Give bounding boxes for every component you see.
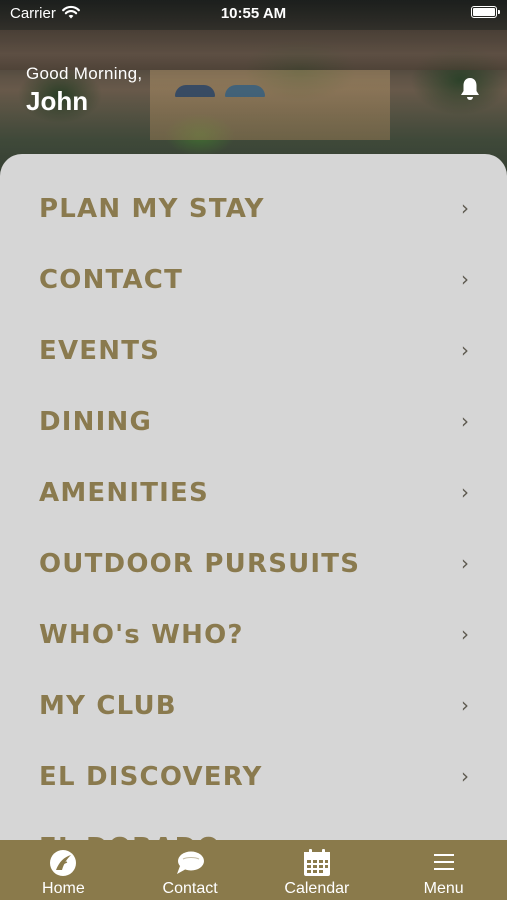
tab-calendar[interactable]: Calendar xyxy=(254,840,381,900)
user-name: John xyxy=(26,86,89,116)
chevron-right-icon: › xyxy=(461,479,469,504)
chevron-right-icon: › xyxy=(461,692,469,717)
menu-item-plan-my-stay[interactable]: PLAN MY STAY › xyxy=(0,173,507,244)
status-bar: Carrier 10:55 AM xyxy=(0,0,507,28)
tab-bar: Home Contact Calendar Menu xyxy=(0,840,507,900)
chevron-right-icon: › xyxy=(461,195,469,220)
menu-item-contact[interactable]: CONTACT › xyxy=(0,244,507,315)
home-logo-icon xyxy=(50,850,77,876)
menu-item-el-discovery[interactable]: EL DISCOVERY › xyxy=(0,741,507,812)
calendar-icon xyxy=(303,849,330,876)
chevron-right-icon: › xyxy=(461,337,469,362)
menu-item-label: PLAN MY STAY xyxy=(39,193,265,224)
tab-menu[interactable]: Menu xyxy=(380,840,507,900)
tab-label: Contact xyxy=(162,880,218,897)
tab-home[interactable]: Home xyxy=(0,840,127,900)
battery-icon xyxy=(471,6,500,18)
menu-item-my-club[interactable]: MY CLUB › xyxy=(0,670,507,741)
menu-item-label: EL DISCOVERY xyxy=(39,761,263,792)
tab-label: Menu xyxy=(423,880,464,897)
greeting-text: Good Morning, xyxy=(26,64,143,83)
menu-list: PLAN MY STAY › CONTACT › EVENTS › DINING… xyxy=(0,154,507,855)
menu-item-label: OUTDOOR PURSUITS xyxy=(39,548,361,579)
menu-item-amenities[interactable]: AMENITIES › xyxy=(0,457,507,528)
chevron-right-icon: › xyxy=(461,408,469,433)
greeting-block: Good Morning, John xyxy=(26,64,142,117)
clock-time: 10:55 AM xyxy=(220,5,287,22)
menu-item-label: WHO's WHO? xyxy=(39,619,244,650)
tab-contact[interactable]: Contact xyxy=(127,840,254,900)
chat-bubble-icon xyxy=(177,851,205,874)
tab-label: Home xyxy=(42,880,85,897)
menu-item-label: DINING xyxy=(39,406,152,437)
menu-item-label: EVENTS xyxy=(39,335,161,366)
chevron-right-icon: › xyxy=(461,550,469,575)
menu-item-whos-who[interactable]: WHO's WHO? › xyxy=(0,599,507,670)
hamburger-menu-icon xyxy=(433,854,454,870)
menu-card: PLAN MY STAY › CONTACT › EVENTS › DINING… xyxy=(0,154,507,854)
menu-item-outdoor-pursuits[interactable]: OUTDOOR PURSUITS › xyxy=(0,528,507,599)
menu-item-dining[interactable]: DINING › xyxy=(0,386,507,457)
menu-item-events[interactable]: EVENTS › xyxy=(0,315,507,386)
chevron-right-icon: › xyxy=(461,621,469,646)
menu-item-label: MY CLUB xyxy=(39,690,177,721)
menu-item-label: AMENITIES xyxy=(39,477,209,508)
chevron-right-icon: › xyxy=(461,266,469,291)
bell-icon[interactable] xyxy=(458,76,482,102)
chevron-right-icon: › xyxy=(461,763,469,788)
menu-item-label: CONTACT xyxy=(39,264,183,295)
tab-label: Calendar xyxy=(284,880,350,897)
